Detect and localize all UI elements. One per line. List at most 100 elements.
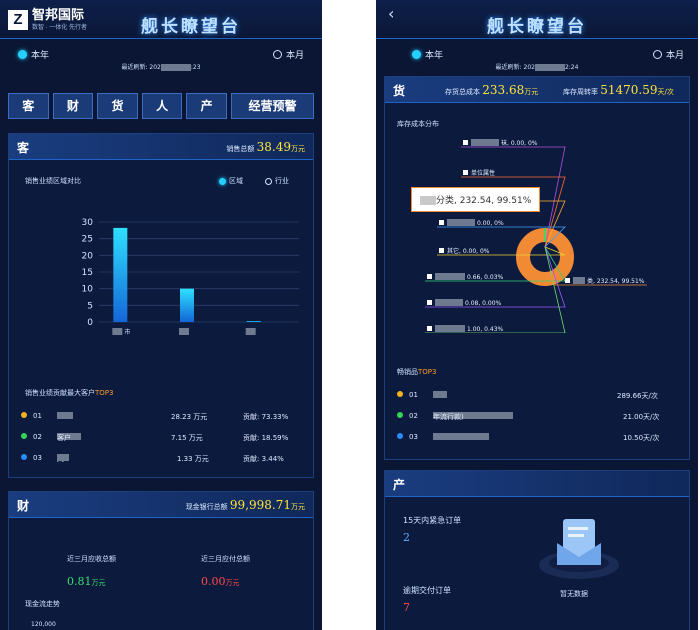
list-item[interactable]: 01 28.23 万元 贡献: 73.33%: [21, 412, 303, 424]
gold-trophy-icon: [397, 391, 403, 397]
bronze-trophy-icon: [21, 454, 27, 460]
header-divider: [0, 38, 322, 39]
y-tick-label: 25: [82, 235, 93, 245]
nav-finance-button[interactable]: 财: [52, 93, 94, 119]
page-title: 舰长瞭望台: [141, 17, 241, 37]
radio-checked-icon: [18, 50, 27, 59]
sales-total: 销售总额 38.49万元: [226, 140, 305, 154]
receivable-label: 近三月应收总额: [67, 555, 116, 563]
y-tick-label: 30: [82, 218, 94, 228]
refresh-time: 最近刷新: 202:23: [121, 64, 201, 71]
y-tick-label: 5: [87, 301, 93, 311]
goods-card-header: 货 存货总成本 233.68万元 库存周转率 51470.59天/次: [385, 77, 689, 103]
region-bar-chart: 0 5 10 15 20 25 30 市: [82, 218, 299, 336]
cost-distribution-title: 库存成本分布: [397, 120, 439, 128]
urgent-orders-label: 15天内紧急订单: [403, 516, 462, 525]
region-chart-title: 销售业绩区域对比: [25, 177, 81, 185]
header: ‹ 舰长瞭望台: [376, 0, 698, 44]
list-item[interactable]: 01 289.66天/次: [397, 391, 679, 403]
production-card-header: 产: [385, 471, 689, 497]
legend-region[interactable]: 区域: [219, 176, 243, 186]
bar[interactable]: [246, 321, 261, 322]
period-month-option[interactable]: 本月: [272, 48, 304, 61]
radio-checked-icon: [412, 50, 421, 59]
y-tick-label: 10: [82, 285, 94, 295]
header-divider: [376, 38, 698, 39]
header: Z 智邦国际 数智 · 一体化 先行者 舰长瞭望台: [0, 0, 322, 44]
bar[interactable]: [180, 288, 194, 322]
svg-text:0.08, 0.00%: 0.08, 0.00%: [465, 300, 502, 307]
finance-title: 财: [17, 499, 30, 513]
goods-card: 货 存货总成本 233.68万元 库存周转率 51470.59天/次 库存成本分…: [384, 76, 690, 460]
refresh-time: 最近刷新: 202 2:24: [495, 64, 579, 71]
y-tick-label: 15: [82, 268, 93, 278]
inventory-turnover: 库存周转率 51470.59天/次: [563, 83, 674, 97]
svg-text:单位属性: 单位属性: [471, 169, 495, 177]
logo-icon: Z: [8, 9, 28, 30]
x-tick-label: [245, 328, 256, 335]
cashflow-title: 现金流走势: [25, 600, 60, 608]
x-tick-label: 市: [112, 328, 130, 336]
svg-text:类, 232.54, 99.51%: 类, 232.54, 99.51%: [587, 277, 645, 285]
finance-card-header: 财 现金银行总额 99,998.71万元: [9, 492, 313, 518]
cashflow-y-tick: 120,000: [31, 621, 56, 628]
list-item[interactable]: 02 年流行款) 21.00天/次: [397, 412, 679, 424]
right-screen: ‹ 舰长瞭望台 本年 本月 最近刷新: 202 2:24 货 存货总成本 233.…: [376, 0, 698, 630]
period-year-label: 本年: [31, 51, 50, 61]
page-title: 舰长瞭望台: [487, 17, 587, 37]
legend-dot-icon: [219, 177, 226, 185]
period-year-option[interactable]: 本年: [18, 48, 49, 61]
customer-card-header: 客 销售总额 38.49万元: [9, 134, 313, 160]
period-year-label: 本年: [425, 51, 444, 61]
urgent-orders-value[interactable]: 2: [403, 531, 410, 544]
inventory-pie-chart: 袜, 0.00, 0%单位属性0.00, 0%0.00, 0%其它, 0.00,…: [425, 139, 647, 333]
cash-total: 现金银行总额 99,998.71万元: [185, 498, 305, 512]
overdue-orders-value[interactable]: 7: [403, 601, 410, 614]
production-card: 产 15天内紧急订单 2 逾期交付订单 7 暂无数据: [384, 470, 690, 630]
payable-value: 0.00万元: [201, 575, 240, 588]
legend-ring-icon: [265, 177, 272, 185]
customer-card: 客 销售总额 38.49万元 销售业绩区域对比 区域 行业 0 5 10 15 20 25…: [8, 133, 314, 478]
payable-label: 近三月应付总额: [201, 555, 250, 563]
receivable-value: 0.81万元: [67, 575, 106, 588]
top-customers-title: 销售业绩贡献最大客户TOP3: [25, 389, 114, 397]
customer-title: 客: [17, 141, 30, 155]
period-month-label: 本月: [285, 51, 304, 61]
svg-text:袜, 0.00, 0%: 袜, 0.00, 0%: [501, 139, 538, 147]
y-tick-label: 0: [87, 318, 93, 328]
list-item[interactable]: 02 客户 7.15 万元 贡献: 18.59%: [21, 433, 303, 445]
bar[interactable]: [113, 227, 128, 322]
gold-trophy-icon: [21, 412, 27, 418]
goods-title: 货: [393, 84, 406, 98]
period-year-option[interactable]: 本年: [412, 48, 443, 61]
nav-people-button[interactable]: 人: [141, 93, 183, 119]
radio-unchecked-icon: [652, 50, 662, 59]
svg-text:市: 市: [124, 328, 130, 336]
silver-trophy-icon: [21, 433, 27, 439]
module-nav: 客 财 货 人 产 经营预警: [8, 93, 315, 119]
finance-card: 财 现金银行总额 99,998.71万元 近三月应收总额 近三月应付总额 0.8…: [8, 491, 314, 630]
svg-text:0.66, 0.03%: 0.66, 0.03%: [467, 274, 504, 281]
nav-goods-button[interactable]: 货: [97, 93, 138, 119]
list-item[interactable]: 03 刘 1.33 万元 贡献: 3.44%: [21, 454, 303, 466]
pie-label: 1.00, 0.43%: [425, 246, 566, 333]
nav-warning-button[interactable]: 经营预警: [230, 93, 315, 119]
svg-text:0.00, 0%: 0.00, 0%: [477, 220, 504, 227]
y-tick-label: 20: [82, 251, 94, 261]
production-title: 产: [393, 478, 406, 492]
silver-trophy-icon: [397, 412, 403, 418]
svg-text:其它, 0.00, 0%: 其它, 0.00, 0%: [447, 247, 490, 255]
x-tick-label: [179, 328, 189, 335]
nav-customer-button[interactable]: 客: [8, 93, 49, 119]
empty-state-text: 暂无数据: [560, 590, 588, 598]
legend-industry[interactable]: 行业: [265, 176, 289, 186]
pie-tooltip: 分类, 232.54, 99.51%: [411, 187, 541, 212]
overdue-orders-label: 逾期交付订单: [403, 586, 451, 595]
bronze-trophy-icon: [397, 433, 403, 439]
inventory-cost: 存货总成本 233.68万元: [445, 83, 539, 97]
list-item[interactable]: 03 10.50天/次: [397, 433, 679, 445]
period-month-option[interactable]: 本月: [652, 48, 684, 61]
nav-production-button[interactable]: 产: [186, 93, 227, 119]
radio-unchecked-icon: [272, 50, 282, 59]
hot-products-title: 畅销品TOP3: [397, 368, 437, 376]
